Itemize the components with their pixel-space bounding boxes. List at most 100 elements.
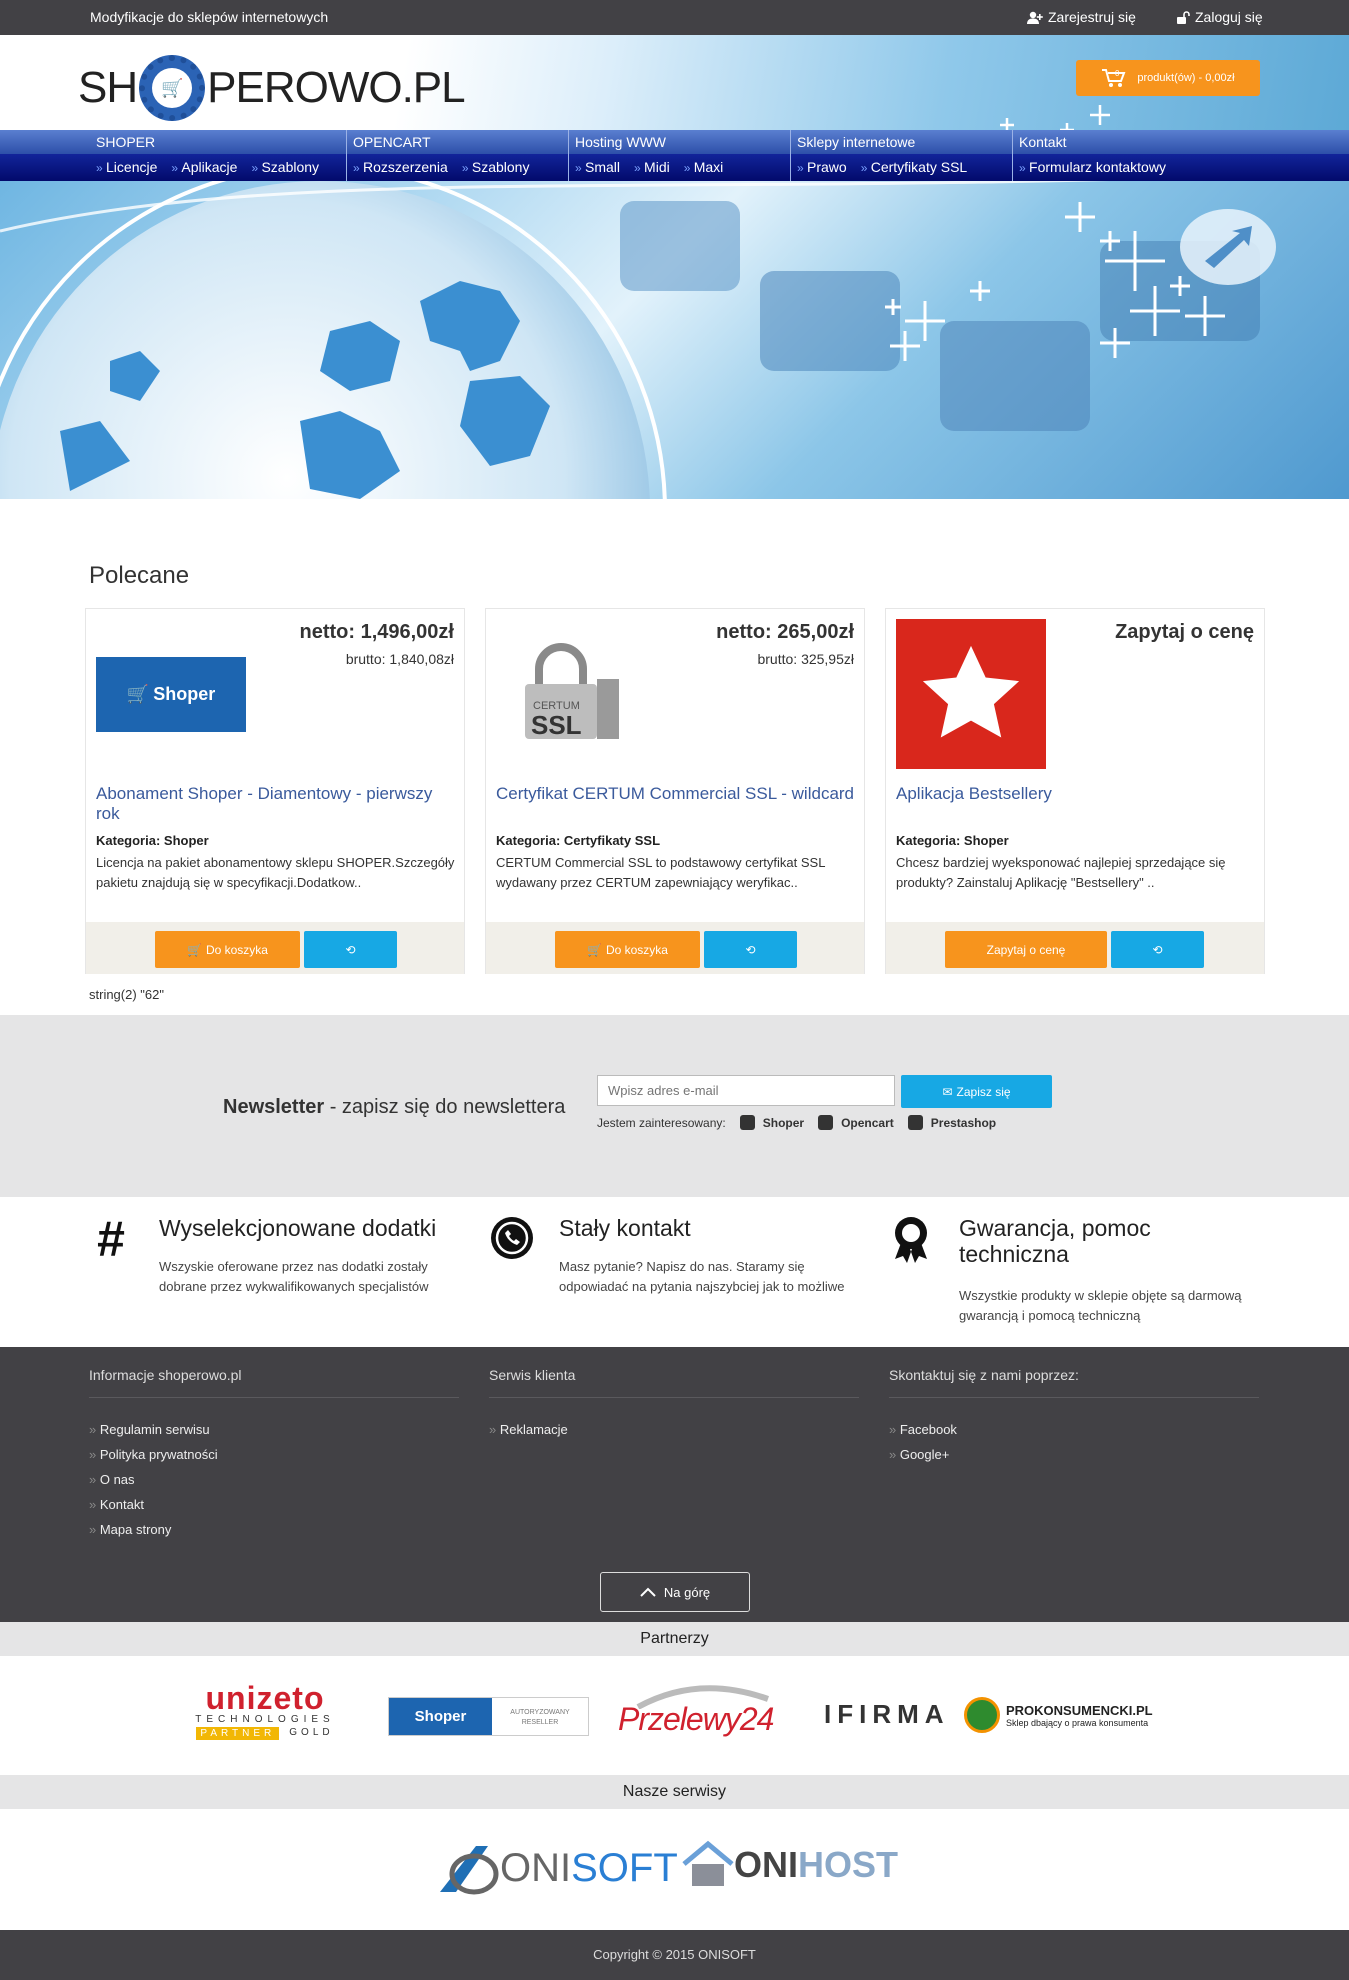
add-to-cart-button[interactable]: 🛒 Do koszyka (155, 931, 300, 968)
newsletter-subscribe-button[interactable]: ✉ Zapisz się (901, 1075, 1052, 1108)
shoper-reseller-logo[interactable]: Shoper AUTORYZOWANY RESELLER (388, 1697, 589, 1736)
nav-sklepy[interactable]: Sklepy internetowe (797, 134, 915, 150)
footer-col-title: Informacje shoperowo.pl (89, 1367, 459, 1398)
cart-summary: produkt(ów) - 0,00zł (1137, 72, 1235, 84)
award-icon (889, 1215, 933, 1263)
onihost-house-icon (682, 1840, 734, 1886)
refresh-icon: ⟲ (1152, 942, 1163, 957)
nav-shoper[interactable]: SHOPER (96, 134, 155, 150)
footer-link-o-nas[interactable]: O nas (89, 1472, 459, 1497)
compare-button[interactable]: ⟲ (704, 931, 797, 968)
logo-text-right: PEROWO.PL (207, 63, 465, 112)
header: SH 🛒 PEROWO.PL 0 produkt(ów) - 0,00zł (0, 35, 1349, 137)
unizeto-logo[interactable]: unizeto TECHNOLOGIES PARTNER GOLD (184, 1682, 346, 1744)
nav-opencart[interactable]: OPENCART (353, 134, 431, 150)
nav-opencart-szablony[interactable]: Szablony (462, 159, 530, 175)
nav-shoper-aplikacje[interactable]: Aplikacje (171, 159, 237, 175)
nav-opencart-rozszerzenia[interactable]: Rozszerzenia (353, 159, 448, 175)
nav-hosting-small[interactable]: Small (575, 159, 620, 175)
feature-desc: Wszystkie produkty w sklepie objęte są d… (959, 1288, 1242, 1323)
nav-shoper-szablony[interactable]: Szablony (251, 159, 319, 175)
ifirma-logo[interactable]: IFIRMA (824, 1699, 950, 1730)
nav-col-sklepy: Sklepy internetowe Prawo Certyfikaty SSL (791, 130, 1013, 181)
feature-desc: Wszyskie oferowane przez nas dodatki zos… (159, 1259, 429, 1294)
option-shoper: Shoper (762, 1115, 805, 1130)
nav-col-shoper: SHOPER Licencje Aplikacje Szablony (90, 130, 347, 181)
onihost-logo[interactable]: ONI HOST (682, 1840, 898, 1890)
nav-hosting-maxi[interactable]: Maxi (684, 159, 724, 175)
footer-link-reklamacje[interactable]: Reklamacje (489, 1422, 859, 1447)
footer-link-google[interactable]: Google+ (889, 1447, 1259, 1472)
unlock-icon (1177, 10, 1190, 24)
checkbox-opencart[interactable] (818, 1115, 834, 1130)
nav-hosting[interactable]: Hosting WWW (575, 134, 666, 150)
star-icon (922, 645, 1020, 738)
compare-button[interactable]: ⟲ (1111, 931, 1204, 968)
feature-title: Wyselekcjonowane dodatki (159, 1215, 437, 1241)
przelewy24-logo[interactable]: Przelewy24 (618, 1679, 788, 1747)
footer-link-kontakt[interactable]: Kontakt (89, 1497, 459, 1522)
ask-price-button[interactable]: Zapytaj o cenę (945, 931, 1107, 968)
footer-link-mapa[interactable]: Mapa strony (89, 1522, 459, 1547)
product-description: Licencja na pakiet abonamentowy sklepu S… (96, 855, 455, 890)
feature-title: Gwarancja, pomoc techniczna (959, 1215, 1151, 1267)
go-top-button[interactable]: Na górę (600, 1572, 750, 1612)
product-card: 🛒 Shoper netto: 1,496,00zł brutto: 1,840,… (85, 608, 465, 974)
section-title-recommended: Polecane (89, 562, 190, 589)
nav-col-opencart: OPENCART Rozszerzenia Szablony (347, 130, 569, 181)
login-link[interactable]: Zaloguj się (1177, 9, 1263, 25)
shoper-logo: 🛒 Shoper (96, 656, 246, 732)
hero-banner (0, 181, 1349, 499)
product-title[interactable]: Aplikacja Bestsellery (896, 784, 1256, 804)
nav-kontakt[interactable]: Kontakt (1019, 134, 1066, 150)
checkbox-shoper[interactable] (739, 1115, 755, 1130)
cart-icon: 0 (1102, 69, 1126, 87)
compare-button[interactable]: ⟲ (304, 931, 397, 968)
product-title[interactable]: Certyfikat CERTUM Commercial SSL - wildc… (496, 784, 856, 804)
onisoft-logo[interactable]: ONI SOFT (436, 1840, 678, 1896)
add-to-cart-button[interactable]: 🛒 Do koszyka (555, 931, 700, 968)
site-logo[interactable]: SH 🛒 PEROWO.PL (78, 55, 466, 121)
product-image[interactable]: CERTUM SSL (496, 619, 646, 769)
nav-col-kontakt: Kontakt Formularz kontaktowy (1013, 130, 1260, 181)
ssl-padlock-icon: CERTUM SSL (525, 643, 619, 740)
cart-icon: 🛒 (587, 942, 602, 957)
product-category: Kategoria: Shoper (896, 833, 1009, 848)
cart-button[interactable]: 0 produkt(ów) - 0,00zł (1076, 60, 1260, 96)
feature-desc: Masz pytanie? Napisz do nas. Staramy się… (559, 1259, 845, 1294)
cart-icon: 🛒 (187, 942, 202, 957)
price-netto: netto: 1,496,00zł (299, 621, 454, 643)
newsletter-label: Newsletter - zapisz się do newslettera (223, 1096, 566, 1118)
product-image[interactable]: 🛒 Shoper (96, 619, 246, 769)
newsletter-section: Newsletter - zapisz się do newslettera ✉… (0, 1015, 1349, 1197)
nav-sklepy-ssl[interactable]: Certyfikaty SSL (861, 159, 967, 175)
checkbox-prestashop[interactable] (907, 1115, 923, 1130)
nav-sklepy-prawo[interactable]: Prawo (797, 159, 847, 175)
product-image[interactable] (896, 619, 1046, 769)
footer-link-facebook[interactable]: Facebook (889, 1422, 1259, 1447)
footer-link-regulamin[interactable]: Regulamin serwisu (89, 1422, 459, 1447)
footer-link-polityka[interactable]: Polityka prywatności (89, 1447, 459, 1472)
chevron-up-icon (640, 1587, 656, 1597)
option-prestashop: Prestashop (930, 1115, 997, 1130)
main-nav: SHOPER Licencje Aplikacje Szablony OPENC… (0, 130, 1349, 181)
nav-hosting-midi[interactable]: Midi (634, 159, 670, 175)
partners-heading: Partnerzy (0, 1622, 1349, 1656)
footer-col-info: Informacje shoperowo.pl Regulamin serwis… (89, 1367, 459, 1547)
product-category: Kategoria: Certyfikaty SSL (496, 833, 661, 848)
prokonsumencki-logo[interactable]: PROKONSUMENCKI.PL Sklep dbający o prawa k… (964, 1697, 1153, 1733)
footer-col-title: Serwis klienta (489, 1367, 859, 1398)
debug-output: string(2) "62" (89, 987, 164, 1002)
hashtag-icon: # (97, 1211, 125, 1267)
product-title[interactable]: Abonament Shoper - Diamentowy - pierwszy… (96, 784, 456, 824)
newsletter-interests: Jestem zainteresowany: Shoper Opencart P… (597, 1115, 996, 1130)
register-label: Zarejestruj się (1048, 9, 1136, 25)
prokonsumencki-badge-icon (964, 1697, 1000, 1733)
globe-banner-image (0, 181, 1276, 499)
product-category: Kategoria: Shoper (96, 833, 209, 848)
star-app-image (896, 619, 1046, 769)
register-link[interactable]: Zarejestruj się (1027, 9, 1136, 25)
nav-kontakt-formularz[interactable]: Formularz kontaktowy (1019, 159, 1166, 175)
nav-shoper-licencje[interactable]: Licencje (96, 159, 157, 175)
newsletter-email-input[interactable] (597, 1075, 895, 1106)
